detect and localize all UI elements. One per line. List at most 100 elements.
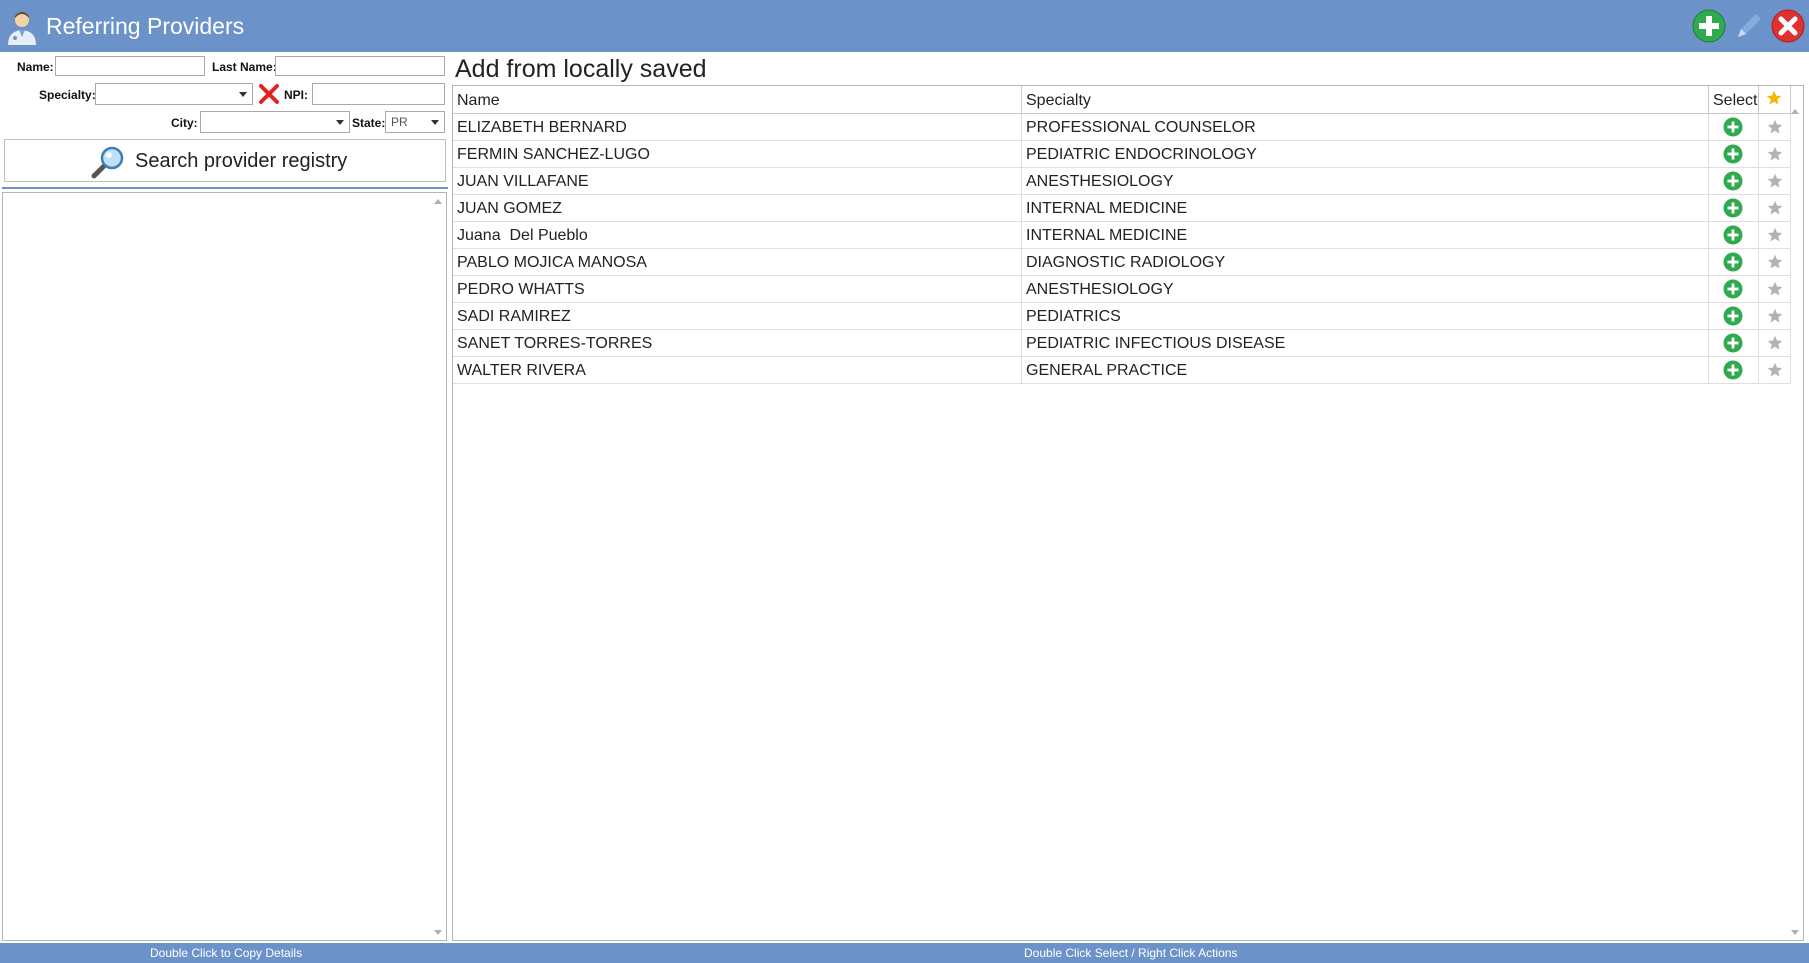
- plus-circle-icon: [1723, 144, 1743, 168]
- city-select[interactable]: [200, 111, 350, 133]
- select-button[interactable]: [1709, 249, 1759, 276]
- table-row[interactable]: FERMIN SANCHEZ-LUGO PEDIATRIC ENDOCRINOLO…: [453, 141, 1791, 168]
- locally-saved-title: Add from locally saved: [455, 55, 707, 83]
- cell-name: Juana Del Pueblo: [453, 222, 1022, 249]
- cell-name: SANET TORRES-TORRES: [453, 330, 1022, 357]
- select-button[interactable]: [1709, 330, 1759, 357]
- registry-results-list[interactable]: [2, 192, 447, 941]
- chevron-down-icon: [239, 92, 247, 97]
- title-bar: Referring Providers: [0, 0, 1809, 52]
- favorite-toggle[interactable]: [1759, 222, 1791, 249]
- table-row[interactable]: SANET TORRES-TORRES PEDIATRIC INFECTIOUS …: [453, 330, 1791, 357]
- cell-name: PEDRO WHATTS: [453, 276, 1022, 303]
- cell-name: WALTER RIVERA: [453, 357, 1022, 384]
- divider: [2, 187, 448, 189]
- column-header-select[interactable]: Select: [1709, 86, 1759, 114]
- star-icon: [1767, 200, 1783, 220]
- cell-name: JUAN GOMEZ: [453, 195, 1022, 222]
- scroll-up-icon[interactable]: [434, 199, 442, 204]
- favorite-toggle[interactable]: [1759, 330, 1791, 357]
- cell-specialty: PEDIATRIC ENDOCRINOLOGY: [1022, 141, 1709, 168]
- select-button[interactable]: [1709, 222, 1759, 249]
- star-icon: [1767, 254, 1783, 274]
- local-providers-grid[interactable]: Name Specialty Select ELIZABETH BERNARD P…: [452, 85, 1804, 941]
- star-icon: [1767, 173, 1783, 193]
- cell-name: ELIZABETH BERNARD: [453, 114, 1022, 141]
- select-button[interactable]: [1709, 357, 1759, 384]
- column-header-favorite[interactable]: [1759, 86, 1791, 114]
- favorite-toggle[interactable]: [1759, 168, 1791, 195]
- doctor-icon: [8, 12, 36, 45]
- star-icon: [1767, 308, 1783, 328]
- clear-x-icon[interactable]: [258, 83, 280, 105]
- star-icon: [1767, 335, 1783, 355]
- star-icon: [1767, 227, 1783, 247]
- favorite-toggle[interactable]: [1759, 141, 1791, 168]
- scroll-down-icon[interactable]: [1791, 930, 1799, 935]
- cell-specialty: INTERNAL MEDICINE: [1022, 222, 1709, 249]
- close-window-button[interactable]: [1771, 9, 1805, 43]
- state-select[interactable]: PR: [385, 111, 445, 133]
- favorite-toggle[interactable]: [1759, 114, 1791, 141]
- window-title: Referring Providers: [46, 13, 245, 39]
- select-button[interactable]: [1709, 141, 1759, 168]
- name-label: Name:: [17, 60, 54, 74]
- last-name-input[interactable]: [275, 56, 445, 76]
- table-row[interactable]: PEDRO WHATTS ANESTHESIOLOGY: [453, 276, 1791, 303]
- cell-name: PABLO MOJICA MANOSA: [453, 249, 1022, 276]
- status-left: Double Click to Copy Details: [150, 946, 303, 960]
- cell-specialty: INTERNAL MEDICINE: [1022, 195, 1709, 222]
- favorite-toggle[interactable]: [1759, 303, 1791, 330]
- status-right: Double Click Select / Right Click Action…: [1024, 946, 1238, 960]
- cell-specialty: PROFESSIONAL COUNSELOR: [1022, 114, 1709, 141]
- favorite-toggle[interactable]: [1759, 249, 1791, 276]
- scroll-up-icon[interactable]: [1791, 109, 1799, 114]
- cell-specialty: DIAGNOSTIC RADIOLOGY: [1022, 249, 1709, 276]
- cell-specialty: PEDIATRICS: [1022, 303, 1709, 330]
- table-row[interactable]: JUAN GOMEZ INTERNAL MEDICINE: [453, 195, 1791, 222]
- column-header-specialty[interactable]: Specialty: [1022, 86, 1709, 114]
- select-button[interactable]: [1709, 195, 1759, 222]
- plus-circle-icon: [1723, 360, 1743, 384]
- search-provider-registry-button[interactable]: Search provider registry: [4, 139, 446, 182]
- plus-circle-icon: [1723, 306, 1743, 330]
- table-row[interactable]: JUAN VILLAFANE ANESTHESIOLOGY: [453, 168, 1791, 195]
- plus-circle-icon: [1723, 225, 1743, 249]
- npi-label: NPI:: [284, 88, 308, 102]
- cell-specialty: ANESTHESIOLOGY: [1022, 168, 1709, 195]
- table-row[interactable]: Juana Del Pueblo INTERNAL MEDICINE: [453, 222, 1791, 249]
- search-button-label: Search provider registry: [135, 150, 348, 172]
- chevron-down-icon: [336, 120, 344, 125]
- scroll-down-icon[interactable]: [434, 930, 442, 935]
- name-input[interactable]: [55, 56, 205, 76]
- star-icon: [1767, 146, 1783, 166]
- plus-circle-icon: [1723, 279, 1743, 303]
- add-provider-button[interactable]: [1692, 9, 1726, 43]
- specialty-select[interactable]: [95, 83, 253, 105]
- favorite-toggle[interactable]: [1759, 276, 1791, 303]
- select-button[interactable]: [1709, 276, 1759, 303]
- cell-name: FERMIN SANCHEZ-LUGO: [453, 141, 1022, 168]
- plus-circle-icon: [1723, 252, 1743, 276]
- select-button[interactable]: [1709, 168, 1759, 195]
- select-button[interactable]: [1709, 303, 1759, 330]
- plus-circle-icon: [1723, 198, 1743, 222]
- favorite-toggle[interactable]: [1759, 357, 1791, 384]
- edit-provider-button[interactable]: [1732, 9, 1766, 43]
- table-row[interactable]: SADI RAMIREZ PEDIATRICS: [453, 303, 1791, 330]
- star-icon: [1767, 281, 1783, 301]
- plus-circle-icon: [1723, 171, 1743, 195]
- column-header-name[interactable]: Name: [453, 86, 1022, 114]
- table-row[interactable]: ELIZABETH BERNARD PROFESSIONAL COUNSELOR: [453, 114, 1791, 141]
- city-label: City:: [171, 116, 198, 130]
- select-button[interactable]: [1709, 114, 1759, 141]
- favorite-toggle[interactable]: [1759, 195, 1791, 222]
- cell-specialty: GENERAL PRACTICE: [1022, 357, 1709, 384]
- star-icon: [1767, 362, 1783, 382]
- cell-name: SADI RAMIREZ: [453, 303, 1022, 330]
- plus-circle-icon: [1723, 117, 1743, 141]
- npi-input[interactable]: [312, 83, 445, 105]
- status-bar: Double Click to Copy Details Double Clic…: [0, 943, 1809, 963]
- table-row[interactable]: WALTER RIVERA GENERAL PRACTICE: [453, 357, 1791, 384]
- table-row[interactable]: PABLO MOJICA MANOSA DIAGNOSTIC RADIOLOGY: [453, 249, 1791, 276]
